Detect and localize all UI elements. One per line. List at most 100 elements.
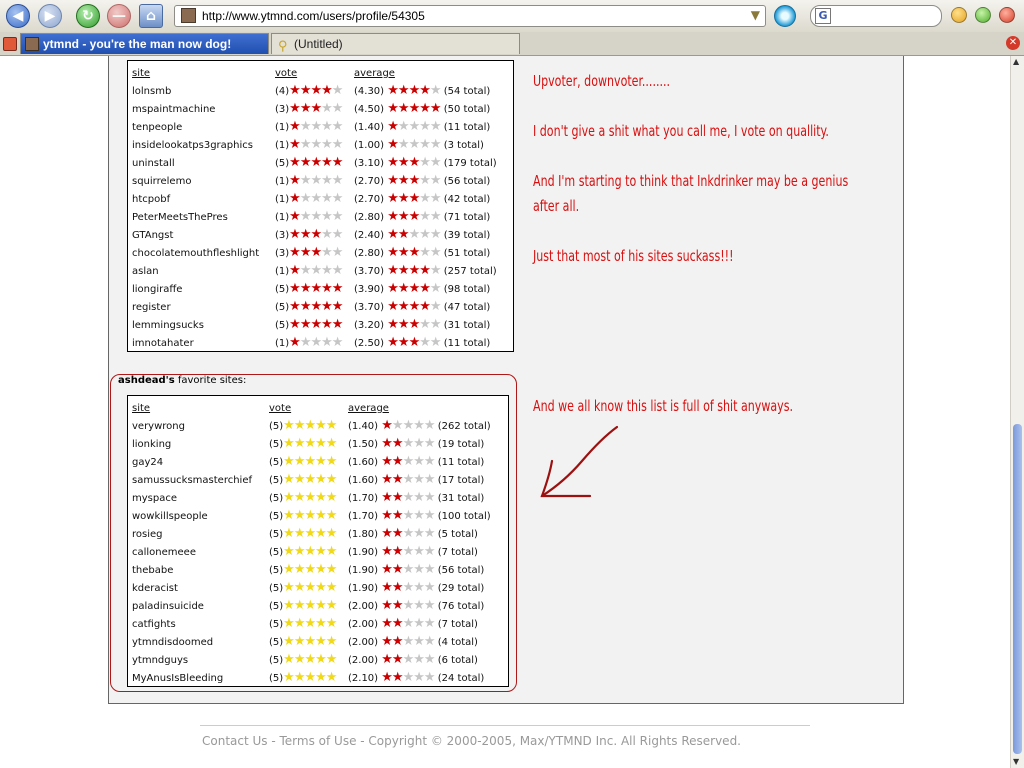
star-icon: ★ [299, 100, 312, 116]
forward-arrow-icon: ▶ [44, 8, 56, 24]
site-link[interactable]: mspaintmachine [132, 100, 275, 118]
header-average[interactable]: average [348, 399, 491, 417]
comment-line-4: after all. [533, 197, 580, 215]
site-link[interactable]: lionking [132, 435, 269, 453]
site-link[interactable]: rosieg [132, 525, 269, 543]
table-row: tenpeople (1)★★★★★ (1.40) ★★★★★ (11 total) [132, 118, 497, 136]
site-link[interactable]: paladinsuicide [132, 597, 269, 615]
star-rating-icon: ★★★★★ [387, 263, 441, 278]
star-icon: ★ [408, 172, 421, 188]
star-icon: ★ [413, 471, 425, 487]
site-link[interactable]: tenpeople [132, 118, 275, 136]
site-link[interactable]: samussucksmasterchief [132, 471, 269, 489]
scroll-down-arrow-icon[interactable]: ▼ [1013, 757, 1019, 766]
star-icon: ★ [283, 597, 295, 613]
site-link[interactable]: htcpobf [132, 190, 275, 208]
site-link[interactable]: wowkillspeople [132, 507, 269, 525]
star-icon: ★ [299, 226, 312, 242]
google-search-icon[interactable]: G [815, 8, 831, 24]
star-icon: ★ [321, 208, 333, 224]
star-icon: ★ [315, 543, 327, 559]
vote-value: (5) [269, 618, 284, 630]
tab-untitled[interactable]: ⚲ (Untitled) [271, 33, 520, 54]
header-vote[interactable]: vote [275, 64, 354, 82]
star-rating-icon: ★★★★★ [387, 191, 441, 206]
site-link[interactable]: ytmndisdoomed [132, 633, 269, 651]
star-icon: ★ [321, 118, 333, 134]
scroll-up-arrow-icon[interactable]: ▲ [1013, 57, 1019, 66]
url-text[interactable]: http://www.ytmnd.com/users/profile/54305 [202, 9, 425, 23]
site-link[interactable]: imnotahater [132, 334, 275, 352]
site-link[interactable]: GTAngst [132, 226, 275, 244]
site-link[interactable]: uninstall [132, 154, 275, 172]
star-icon: ★ [321, 172, 333, 188]
star-icon: ★ [299, 262, 312, 278]
star-rating-icon: ★★★★★ [289, 100, 344, 116]
star-icon: ★ [419, 172, 431, 188]
back-button[interactable]: ◀ [6, 4, 30, 28]
average-cell: (2.50) ★★★★★ (11 total) [354, 334, 497, 352]
star-icon: ★ [397, 280, 410, 296]
address-bar[interactable]: http://www.ytmnd.com/users/profile/54305… [174, 5, 766, 27]
star-icon: ★ [289, 262, 301, 278]
star-icon: ★ [381, 633, 393, 649]
total-votes: (98 total) [443, 283, 491, 295]
header-site[interactable]: site [132, 64, 275, 82]
site-link[interactable]: insidelookatps3graphics [132, 136, 275, 154]
total-votes: (11 total) [443, 337, 491, 349]
site-link[interactable]: verywrong [132, 417, 269, 435]
minimize-button[interactable] [951, 7, 967, 23]
site-link[interactable]: thebabe [132, 561, 269, 579]
site-link[interactable]: gay24 [132, 453, 269, 471]
star-icon: ★ [387, 316, 399, 332]
site-link[interactable]: lolnsmb [132, 82, 275, 100]
site-link[interactable]: myspace [132, 489, 269, 507]
star-icon: ★ [423, 453, 436, 469]
site-link[interactable]: aslan [132, 262, 275, 280]
star-icon: ★ [331, 100, 344, 116]
site-link[interactable]: ytmndguys [132, 651, 269, 669]
tab-ytmnd[interactable]: ytmnd - you're the man now dog! [20, 33, 269, 54]
vertical-scrollbar[interactable]: ▲ ▼ [1010, 56, 1024, 768]
header-vote[interactable]: vote [269, 399, 348, 417]
vote-cell: (5)★★★★★ [269, 435, 348, 453]
favorites-owner[interactable]: ashdead's [118, 375, 175, 386]
site-link[interactable]: register [132, 298, 275, 316]
vote-cell: (1)★★★★★ [275, 208, 354, 226]
star-icon: ★ [293, 489, 306, 505]
star-rating-icon: ★★★★★ [387, 316, 441, 332]
stop-button[interactable]: — [107, 4, 131, 28]
site-link[interactable]: kderacist [132, 579, 269, 597]
site-link[interactable]: liongiraffe [132, 280, 275, 298]
site-link[interactable]: MyAnusIsBleeding [132, 669, 269, 687]
star-icon: ★ [402, 615, 415, 631]
vote-cell: (5)★★★★★ [275, 316, 354, 334]
go-button[interactable] [774, 5, 796, 27]
site-link[interactable]: lemmingsucks [132, 316, 275, 334]
new-tab-icon[interactable] [3, 37, 17, 51]
header-site[interactable]: site [132, 399, 269, 417]
total-votes: (76 total) [437, 600, 485, 612]
reload-button[interactable]: ↻ [76, 4, 100, 28]
star-icon: ★ [419, 154, 431, 170]
header-average[interactable]: average [354, 64, 497, 82]
back-arrow-icon: ◀ [12, 8, 24, 24]
site-link[interactable]: chocolatemouthfleshlight [132, 244, 275, 262]
star-icon: ★ [304, 615, 316, 631]
star-icon: ★ [413, 669, 425, 685]
close-tab-icon[interactable]: ✕ [1006, 36, 1020, 50]
close-window-button[interactable] [999, 7, 1015, 23]
star-icon: ★ [429, 118, 442, 134]
maximize-button[interactable] [975, 7, 991, 23]
site-link[interactable]: catfights [132, 615, 269, 633]
forward-button[interactable]: ▶ [38, 4, 62, 28]
search-input[interactable]: G [810, 5, 942, 27]
star-icon: ★ [331, 262, 344, 278]
home-button[interactable]: ⌂ [139, 4, 163, 28]
site-link[interactable]: squirrelemo [132, 172, 275, 190]
site-link[interactable]: callonemeee [132, 543, 269, 561]
scrollbar-thumb[interactable] [1013, 424, 1022, 754]
url-dropdown-icon[interactable]: ▼ [751, 8, 760, 22]
site-link[interactable]: PeterMeetsThePres [132, 208, 275, 226]
average-cell: (4.30) ★★★★★ (54 total) [354, 82, 497, 100]
